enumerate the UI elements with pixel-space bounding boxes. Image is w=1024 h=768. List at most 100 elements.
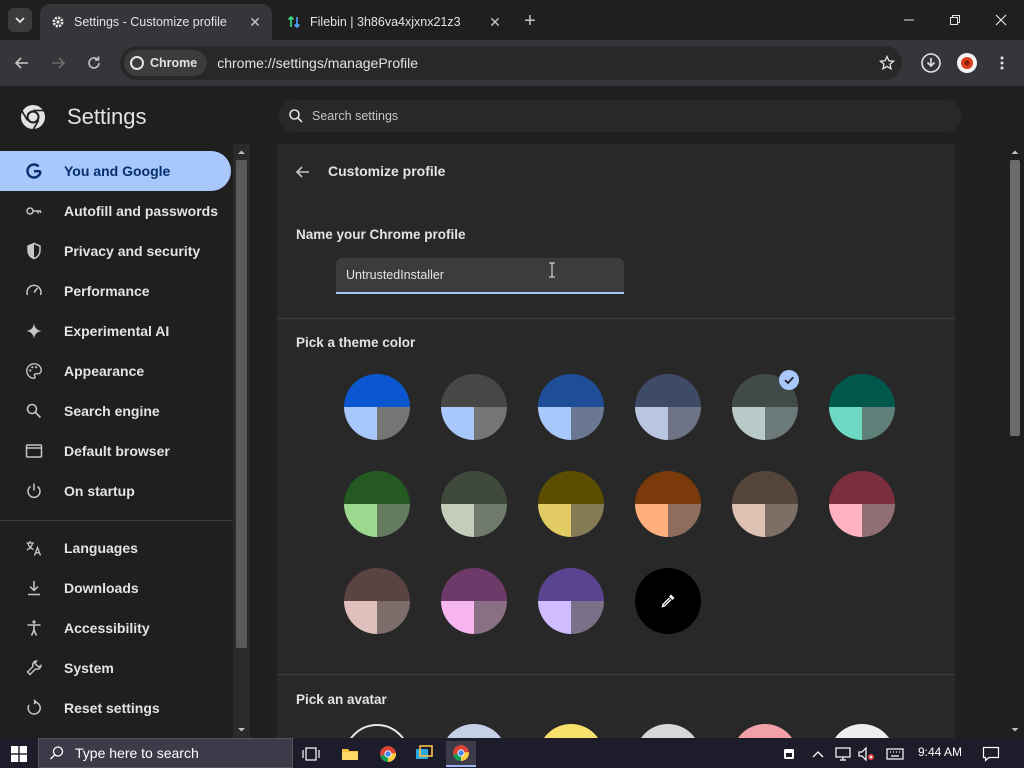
restore-button[interactable]	[932, 0, 978, 40]
taskbar-search-box[interactable]: Type here to search	[38, 738, 293, 768]
sidebar-item-label: Autofill and passwords	[64, 203, 219, 219]
scrollbar-thumb[interactable]	[1010, 160, 1020, 436]
download-progress-icon	[921, 53, 941, 73]
reload-button[interactable]	[82, 51, 106, 75]
close-icon[interactable]: ✕	[246, 13, 264, 31]
theme-color-swatch[interactable]	[344, 374, 410, 440]
minimize-button[interactable]	[886, 0, 932, 40]
swatch-segment	[377, 601, 410, 634]
tab-strip: Settings - Customize profile ✕ Filebin |…	[0, 0, 1024, 40]
avatar-option[interactable]	[732, 724, 798, 738]
volume-button[interactable]	[851, 741, 881, 767]
downloads-button[interactable]	[918, 50, 944, 76]
theme-color-swatch[interactable]	[441, 374, 507, 440]
reload-icon	[88, 56, 100, 69]
back-to-people-button[interactable]	[291, 160, 315, 184]
theme-color-swatch[interactable]	[344, 471, 410, 537]
star-icon	[879, 55, 895, 71]
chrome-taskbar-button[interactable]	[373, 741, 403, 767]
theme-color-swatch[interactable]	[441, 471, 507, 537]
notification-app-icon[interactable]	[774, 741, 804, 767]
swatch-segment	[441, 504, 474, 537]
settings-search-box[interactable]	[278, 100, 962, 132]
sidebar-item-you-and-google[interactable]: You and Google	[0, 151, 231, 191]
start-button[interactable]	[4, 741, 34, 767]
keyboard-button[interactable]	[880, 741, 910, 767]
swatch-segment	[668, 504, 701, 537]
sidebar-item-on-startup[interactable]: On startup	[0, 471, 231, 511]
swatch-segment	[377, 504, 410, 537]
theme-color-swatch[interactable]	[635, 374, 701, 440]
scrollbar-thumb[interactable]	[236, 160, 247, 648]
sidebar-item-default-browser[interactable]: Default browser	[0, 431, 231, 471]
browser-toolbar: Chrome chrome://settings/manageProfile	[0, 40, 1024, 86]
settings-title: Settings	[67, 104, 147, 129]
profile-avatar-button[interactable]	[954, 50, 980, 76]
custom-color-button[interactable]	[635, 568, 701, 634]
profile-name-input[interactable]	[346, 268, 606, 282]
theme-color-swatch[interactable]	[344, 568, 410, 634]
swatch-segment	[862, 407, 895, 440]
file-explorer-button[interactable]	[335, 741, 365, 767]
forward-button[interactable]	[46, 51, 70, 75]
wrench-icon	[24, 658, 44, 678]
sidebar-item-system[interactable]: System	[0, 648, 231, 688]
sidebar-item-reset-settings[interactable]: Reset settings	[0, 688, 231, 728]
sidebar-item-accessibility[interactable]: Accessibility	[0, 608, 231, 648]
close-icon	[995, 14, 1007, 26]
task-view-button[interactable]	[296, 741, 326, 767]
swatch-segment	[538, 471, 604, 504]
sidebar-scrollbar[interactable]	[233, 144, 250, 738]
menu-button[interactable]	[990, 51, 1014, 75]
settings-header: Settings	[0, 86, 1024, 144]
avatar-option[interactable]	[829, 724, 895, 738]
avatar-option[interactable]	[344, 724, 410, 738]
clock-time[interactable]: 9:44 AM	[910, 745, 970, 759]
tab-search-button[interactable]	[8, 8, 32, 32]
sidebar-item-appearance[interactable]: Appearance	[0, 351, 231, 391]
theme-color-swatch[interactable]	[635, 471, 701, 537]
site-info-chip[interactable]: Chrome	[124, 50, 208, 76]
key-icon	[24, 201, 44, 221]
arrow-right-icon	[52, 57, 66, 69]
close-icon[interactable]: ✕	[486, 13, 504, 31]
settings-search-input[interactable]	[312, 109, 962, 123]
avatar-option[interactable]	[441, 724, 507, 738]
sidebar-item-search-engine[interactable]: Search engine	[0, 391, 231, 431]
profile-name-field[interactable]	[336, 258, 624, 294]
sidebar-item-performance[interactable]: Performance	[0, 271, 231, 311]
theme-color-swatch[interactable]	[732, 471, 798, 537]
app-taskbar-button[interactable]	[409, 741, 439, 767]
bookmark-star-button[interactable]	[872, 48, 902, 78]
swatch-segment	[441, 407, 474, 440]
theme-color-swatch[interactable]	[538, 374, 604, 440]
url-text[interactable]: chrome://settings/manageProfile	[217, 55, 872, 71]
swatch-segment	[732, 471, 798, 504]
swatch-segment	[732, 407, 765, 440]
sidebar-item-autofill[interactable]: Autofill and passwords	[0, 191, 231, 231]
customize-profile-card: Customize profile Name your Chrome profi…	[277, 144, 955, 738]
close-window-button[interactable]	[978, 0, 1024, 40]
chrome-active-taskbar-button[interactable]	[446, 741, 476, 767]
back-button[interactable]	[10, 51, 34, 75]
new-tab-button[interactable]: +	[519, 10, 541, 32]
main-scrollbar[interactable]	[1006, 144, 1024, 738]
theme-color-swatch[interactable]	[829, 374, 895, 440]
keyboard-icon	[886, 748, 904, 760]
sidebar-item-languages[interactable]: Languages	[0, 528, 231, 568]
notifications-button[interactable]	[976, 741, 1006, 767]
theme-color-swatch[interactable]	[538, 568, 604, 634]
swatch-segment	[441, 568, 507, 601]
tab-settings[interactable]: Settings - Customize profile ✕	[40, 4, 272, 40]
sidebar-item-privacy[interactable]: Privacy and security	[0, 231, 231, 271]
tab-filebin[interactable]: Filebin | 3h86va4xjxnx21z3 ✕	[276, 4, 512, 40]
sidebar-item-downloads[interactable]: Downloads	[0, 568, 231, 608]
theme-color-swatch[interactable]	[441, 568, 507, 634]
sidebar-item-label: Privacy and security	[64, 243, 201, 259]
theme-color-swatch[interactable]	[829, 471, 895, 537]
avatar-option[interactable]	[538, 724, 604, 738]
sidebar-item-experimental-ai[interactable]: Experimental AI	[0, 311, 231, 351]
theme-color-swatch[interactable]	[538, 471, 604, 537]
avatar-option[interactable]	[635, 724, 701, 738]
address-bar[interactable]: Chrome chrome://settings/manageProfile	[120, 46, 902, 80]
